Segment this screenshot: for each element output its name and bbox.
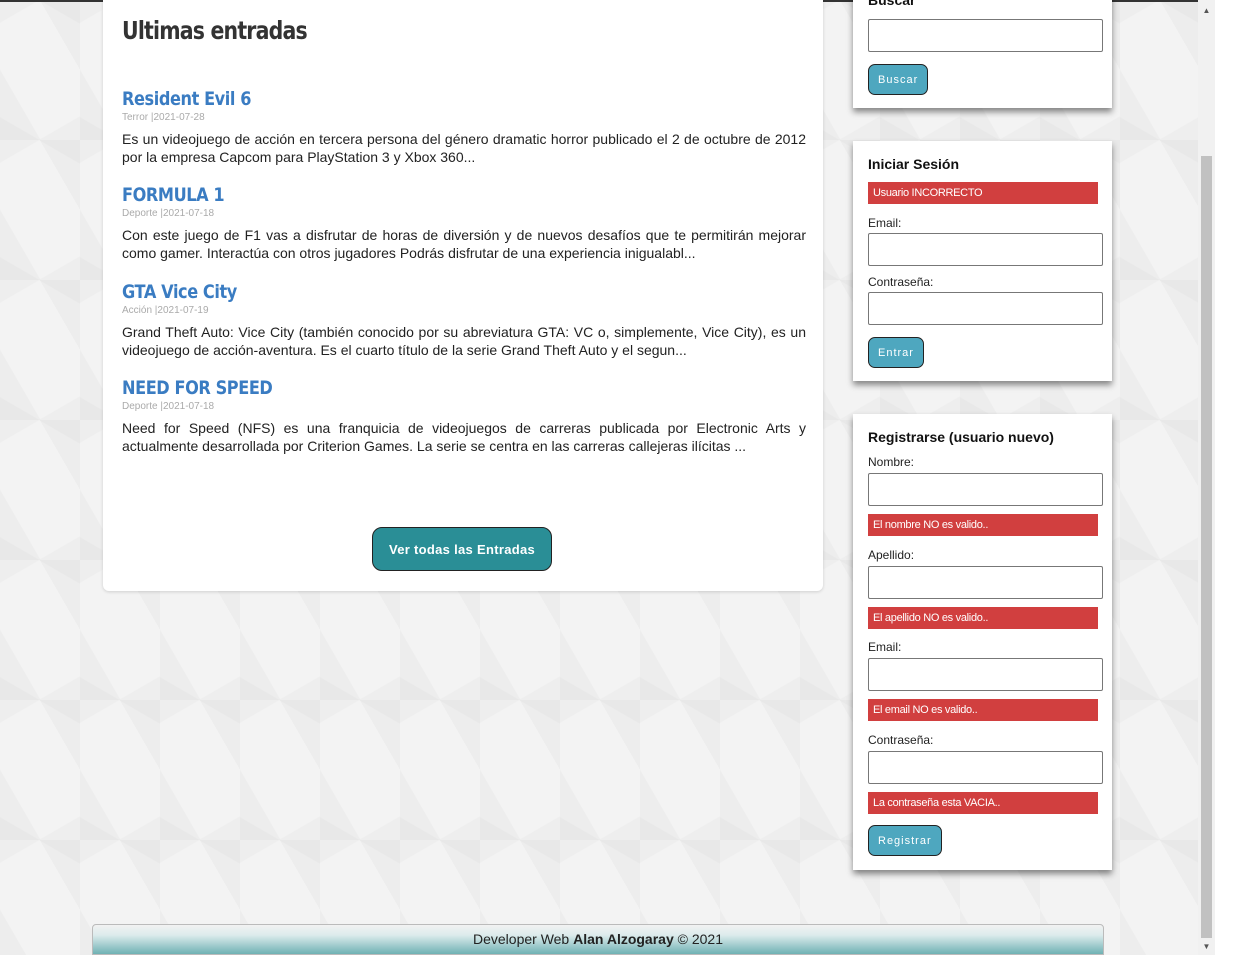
register-surname-field[interactable]	[868, 566, 1103, 599]
login-error-alert: Usuario INCORRECTO	[868, 182, 1098, 204]
post-title-link[interactable]: GTA Vice City	[122, 281, 703, 303]
latest-posts-card: Ultimas entradas Resident Evil 6 Terror …	[103, 0, 823, 591]
register-email-field[interactable]	[868, 658, 1103, 691]
search-input[interactable]	[868, 19, 1103, 52]
post-excerpt: Need for Speed (NFS) es una franquicia d…	[122, 420, 806, 454]
footer-author: Alan Alzogaray	[573, 931, 674, 947]
login-password-label: Contraseña:	[868, 275, 934, 289]
login-email-field[interactable]	[868, 233, 1103, 266]
register-widget: Registrarse (usuario nuevo) Nombre: El n…	[853, 414, 1112, 870]
login-submit-button[interactable]: Entrar	[868, 337, 924, 368]
post-excerpt: Con este juego de F1 vas a disfrutar de …	[122, 227, 806, 261]
post-item: FORMULA 1 Deporte |2021-07-18 Con este j…	[122, 184, 806, 262]
register-surname-error: El apellido NO es valido..	[868, 607, 1098, 629]
post-meta: Acción |2021-07-19	[122, 305, 209, 316]
register-password-error: La contraseña esta VACIA..	[868, 792, 1098, 814]
login-title: Iniciar Sesión	[868, 156, 960, 172]
register-surname-label: Apellido:	[868, 548, 915, 562]
scrollbar-thumb[interactable]	[1201, 156, 1212, 938]
window-gutter	[1215, 0, 1236, 955]
post-excerpt: Es un videojuego de acción en tercera pe…	[122, 131, 806, 165]
post-item: NEED FOR SPEED Deporte |2021-07-18 Need …	[122, 377, 806, 455]
scroll-up-icon[interactable]: ▲	[1198, 2, 1215, 19]
post-meta: Terror |2021-07-28	[122, 112, 205, 123]
register-password-label: Contraseña:	[868, 733, 934, 747]
post-meta: Deporte |2021-07-18	[122, 401, 215, 412]
register-password-field[interactable]	[868, 751, 1103, 784]
register-submit-button[interactable]: Registrar	[868, 825, 942, 856]
post-item: Resident Evil 6 Terror |2021-07-28 Es un…	[122, 88, 806, 166]
search-widget: Buscar Buscar	[853, 0, 1112, 108]
post-meta: Deporte |2021-07-18	[122, 208, 215, 219]
login-email-label: Email:	[868, 216, 902, 230]
login-widget: Iniciar Sesión Usuario INCORRECTO Email:…	[853, 141, 1112, 381]
login-password-field[interactable]	[868, 292, 1103, 325]
post-item: GTA Vice City Acción |2021-07-19 Grand T…	[122, 281, 806, 359]
page-title: Ultimas entradas	[122, 16, 308, 45]
register-email-label: Email:	[868, 640, 902, 654]
footer: Developer Web Alan Alzogaray © 2021	[92, 924, 1104, 955]
post-title-link[interactable]: FORMULA 1	[122, 184, 703, 206]
view-all-posts-button[interactable]: Ver todas las Entradas	[372, 527, 552, 571]
register-title: Registrarse (usuario nuevo)	[868, 429, 1054, 445]
register-email-error: El email NO es valido..	[868, 699, 1098, 721]
footer-copyright: © 2021	[677, 931, 723, 947]
search-title: Buscar	[868, 0, 916, 8]
post-title-link[interactable]: Resident Evil 6	[122, 88, 703, 110]
footer-prefix: Developer Web	[472, 931, 570, 947]
register-name-field[interactable]	[868, 473, 1103, 506]
scroll-down-icon[interactable]: ▼	[1198, 938, 1215, 955]
register-name-error: El nombre NO es valido..	[868, 514, 1098, 536]
post-title-link[interactable]: NEED FOR SPEED	[122, 377, 703, 399]
post-excerpt: Grand Theft Auto: Vice City (también con…	[122, 324, 806, 358]
search-button[interactable]: Buscar	[868, 64, 929, 95]
register-name-label: Nombre:	[868, 455, 915, 469]
